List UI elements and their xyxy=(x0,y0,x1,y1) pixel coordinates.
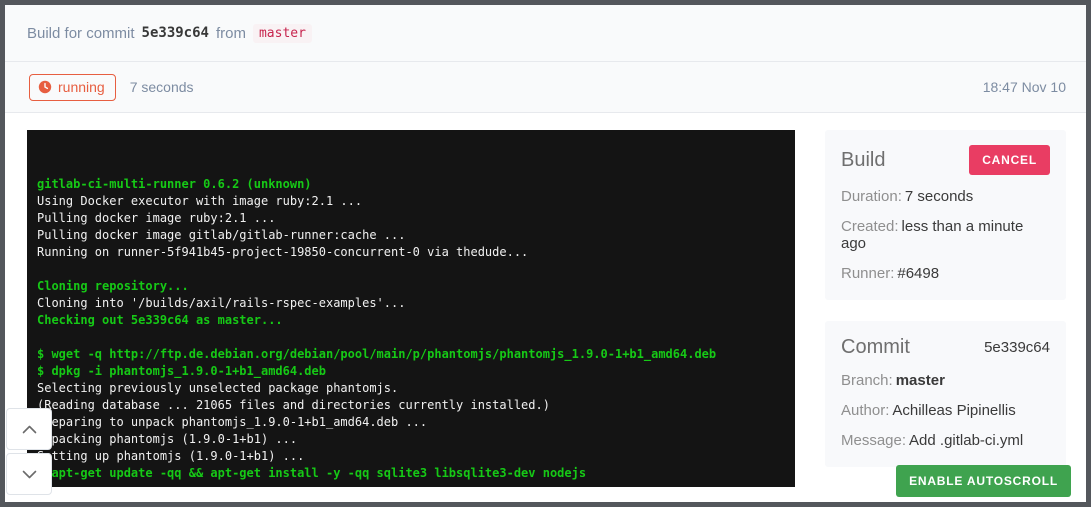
log-line: Setting up phantomjs (1.9.0-1+b1) ... xyxy=(37,448,785,465)
log-line: Pulling docker image gitlab/gitlab-runne… xyxy=(37,227,785,244)
build-info-row: Duration:7 seconds xyxy=(841,188,1050,205)
log-lines: gitlab-ci-multi-runner 0.6.2 (unknown)Us… xyxy=(37,176,785,482)
log-line: Running on runner-5f941b45-project-19850… xyxy=(37,244,785,261)
log-line: Unpacking phantomjs (1.9.0-1+b1) ... xyxy=(37,431,785,448)
chevron-down-icon xyxy=(22,470,37,479)
cancel-button[interactable]: CANCEL xyxy=(969,145,1050,175)
log-line: Cloning repository... xyxy=(37,278,785,295)
log-line: Pulling docker image ruby:2.1 ... xyxy=(37,210,785,227)
log-line: (Reading database ... 21065 files and di… xyxy=(37,397,785,414)
commit-sha: 5e339c64 xyxy=(142,25,209,41)
commit-info-row: Author:Achilleas Pipinellis xyxy=(841,402,1050,419)
status-label: running xyxy=(58,79,105,95)
build-trace[interactable]: gitlab-ci-multi-runner 0.6.2 (unknown)Us… xyxy=(27,130,795,487)
commit-header: Build for commit 5e339c64 from master xyxy=(5,5,1086,62)
main-content: gitlab-ci-multi-runner 0.6.2 (unknown)Us… xyxy=(5,113,1086,487)
build-info-row-value: 7 seconds xyxy=(905,188,973,205)
log-line xyxy=(37,261,785,278)
log-line: Checking out 5e339c64 as master... xyxy=(37,312,785,329)
build-panel: Build CANCEL Duration:7 seconds Created:l… xyxy=(825,130,1066,300)
clock-icon xyxy=(38,80,52,94)
sidebar: Build CANCEL Duration:7 seconds Created:l… xyxy=(825,130,1066,487)
build-info-row-value: #6498 xyxy=(897,265,939,282)
commit-info-row-value: master xyxy=(896,372,945,389)
chevron-up-icon xyxy=(22,425,37,434)
build-panel-rows: Duration:7 seconds Created:less than a mi… xyxy=(841,188,1050,282)
log-line: Preparing to unpack phantomjs_1.9.0-1+b1… xyxy=(37,414,785,431)
scroll-to-bottom-button[interactable] xyxy=(6,453,52,495)
commit-info-row-label: Branch: xyxy=(841,372,893,389)
log-line: Using Docker executor with image ruby:2.… xyxy=(37,193,785,210)
status-badge: running xyxy=(29,74,116,101)
from-label: from xyxy=(216,25,246,42)
log-line: Cloning into '/builds/axil/rails-rspec-e… xyxy=(37,295,785,312)
commit-panel: Commit 5e339c64 Branch:master Author:Achi… xyxy=(825,321,1066,467)
scroll-to-top-button[interactable] xyxy=(6,408,52,450)
commit-info-row-label: Author: xyxy=(841,402,889,419)
build-info-row: Runner:#6498 xyxy=(841,265,1050,282)
commit-info-row: Message:Add .gitlab-ci.yml xyxy=(841,432,1050,449)
status-bar: running 7 seconds 18:47 Nov 10 xyxy=(5,62,1086,113)
commit-panel-sha: 5e339c64 xyxy=(984,339,1050,356)
build-panel-title: Build xyxy=(841,149,885,172)
commit-panel-rows: Branch:master Author:Achilleas Pipinellis… xyxy=(841,372,1050,449)
log-line: Selecting previously unselected package … xyxy=(37,380,785,397)
log-line xyxy=(37,329,785,346)
status-timestamp: 18:47 Nov 10 xyxy=(983,79,1066,95)
commit-info-row-value: Achilleas Pipinellis xyxy=(892,402,1015,419)
build-info-row-label: Duration: xyxy=(841,188,902,205)
log-line: $ apt-get update -qq && apt-get install … xyxy=(37,465,785,482)
build-for-commit-label: Build for commit xyxy=(27,25,135,42)
commit-panel-title: Commit xyxy=(841,336,910,359)
enable-autoscroll-button[interactable]: ENABLE AUTOSCROLL xyxy=(896,465,1071,497)
commit-info-row-label: Message: xyxy=(841,432,906,449)
log-line: $ dpkg -i phantomjs_1.9.0-1+b1_amd64.deb xyxy=(37,363,785,380)
build-info-row: Created:less than a minute ago xyxy=(841,218,1050,252)
status-duration: 7 seconds xyxy=(130,79,194,95)
build-page: Build for commit 5e339c64 from master ru… xyxy=(0,0,1091,507)
log-line: $ wget -q http://ftp.de.debian.org/debia… xyxy=(37,346,785,363)
log-line: gitlab-ci-multi-runner 0.6.2 (unknown) xyxy=(37,176,785,193)
build-info-row-label: Runner: xyxy=(841,265,894,282)
commit-info-row-value: Add .gitlab-ci.yml xyxy=(909,432,1023,449)
build-info-row-label: Created: xyxy=(841,218,899,235)
commit-info-row: Branch:master xyxy=(841,372,1050,389)
branch-tag: master xyxy=(253,24,312,43)
